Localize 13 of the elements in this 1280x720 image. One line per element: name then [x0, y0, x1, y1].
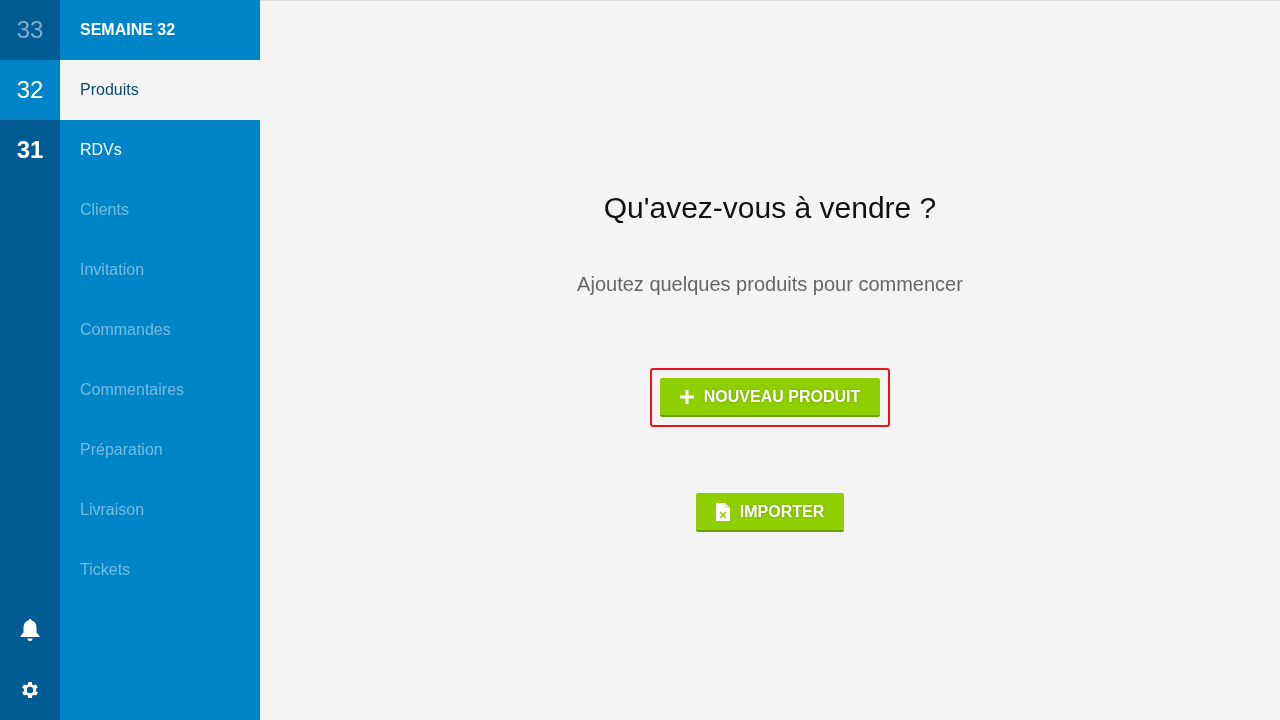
- spreadsheet-file-icon: [715, 503, 730, 521]
- new-product-button[interactable]: NOUVEAU PRODUIT: [659, 378, 881, 417]
- week-title: SEMAINE 32: [79, 20, 177, 40]
- settings-icon[interactable]: [19, 679, 41, 701]
- plus-icon: [679, 390, 694, 404]
- week-number[interactable]: 32: [0, 60, 60, 120]
- menu-item[interactable]: Produits: [60, 60, 260, 120]
- import-button[interactable]: IMPORTER: [695, 493, 845, 532]
- empty-state-heading: Qu'avez-vous à vendre ?: [603, 191, 937, 225]
- week-number[interactable]: 31: [0, 120, 60, 180]
- bell-icon[interactable]: [19, 618, 41, 642]
- menu-item[interactable]: RDVs: [60, 120, 260, 180]
- empty-state-subtitle: Ajoutez quelques produits pour commencer: [577, 273, 963, 296]
